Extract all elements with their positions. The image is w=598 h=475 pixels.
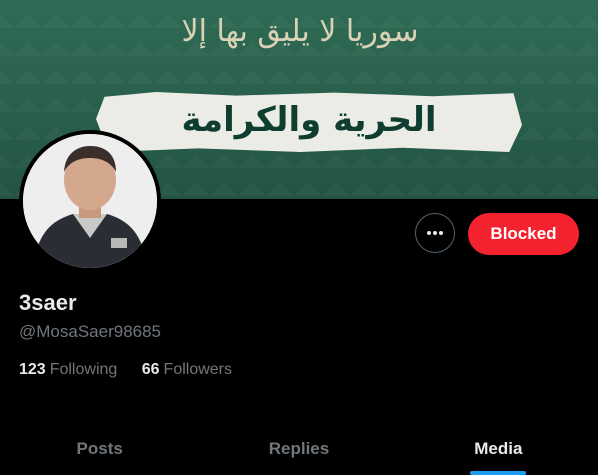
- followers-link[interactable]: 66 Followers: [142, 361, 232, 379]
- tab-replies[interactable]: Replies: [199, 420, 398, 475]
- avatar-photo: [23, 134, 157, 268]
- followers-label: Followers: [163, 361, 233, 378]
- follow-stats: 123 Following 66 Followers: [19, 361, 252, 379]
- tab-replies-label: Replies: [268, 439, 330, 458]
- banner-text-line1: سوريا لا يليق بها إلا: [181, 14, 419, 49]
- user-handle: @MosaSaer98685: [19, 322, 162, 341]
- tab-posts-label: Posts: [76, 439, 123, 458]
- blocked-button[interactable]: Blocked: [468, 213, 579, 255]
- avatar[interactable]: [19, 130, 161, 272]
- display-name: 3saer: [19, 290, 77, 315]
- more-horizontal-icon: [427, 231, 443, 235]
- following-label: Following: [49, 361, 118, 378]
- tab-media-label: Media: [474, 439, 523, 458]
- more-options-button[interactable]: [415, 213, 455, 253]
- followers-count: 66: [141, 361, 160, 378]
- active-tab-indicator: [470, 471, 527, 475]
- following-count: 123: [19, 361, 46, 378]
- profile-tabs: Posts Replies Media: [0, 420, 598, 475]
- tab-posts[interactable]: Posts: [0, 420, 199, 475]
- tab-media[interactable]: Media: [399, 420, 598, 475]
- banner-text-line2: الحرية والكرامة: [181, 100, 437, 140]
- following-link[interactable]: 123 Following: [19, 361, 117, 379]
